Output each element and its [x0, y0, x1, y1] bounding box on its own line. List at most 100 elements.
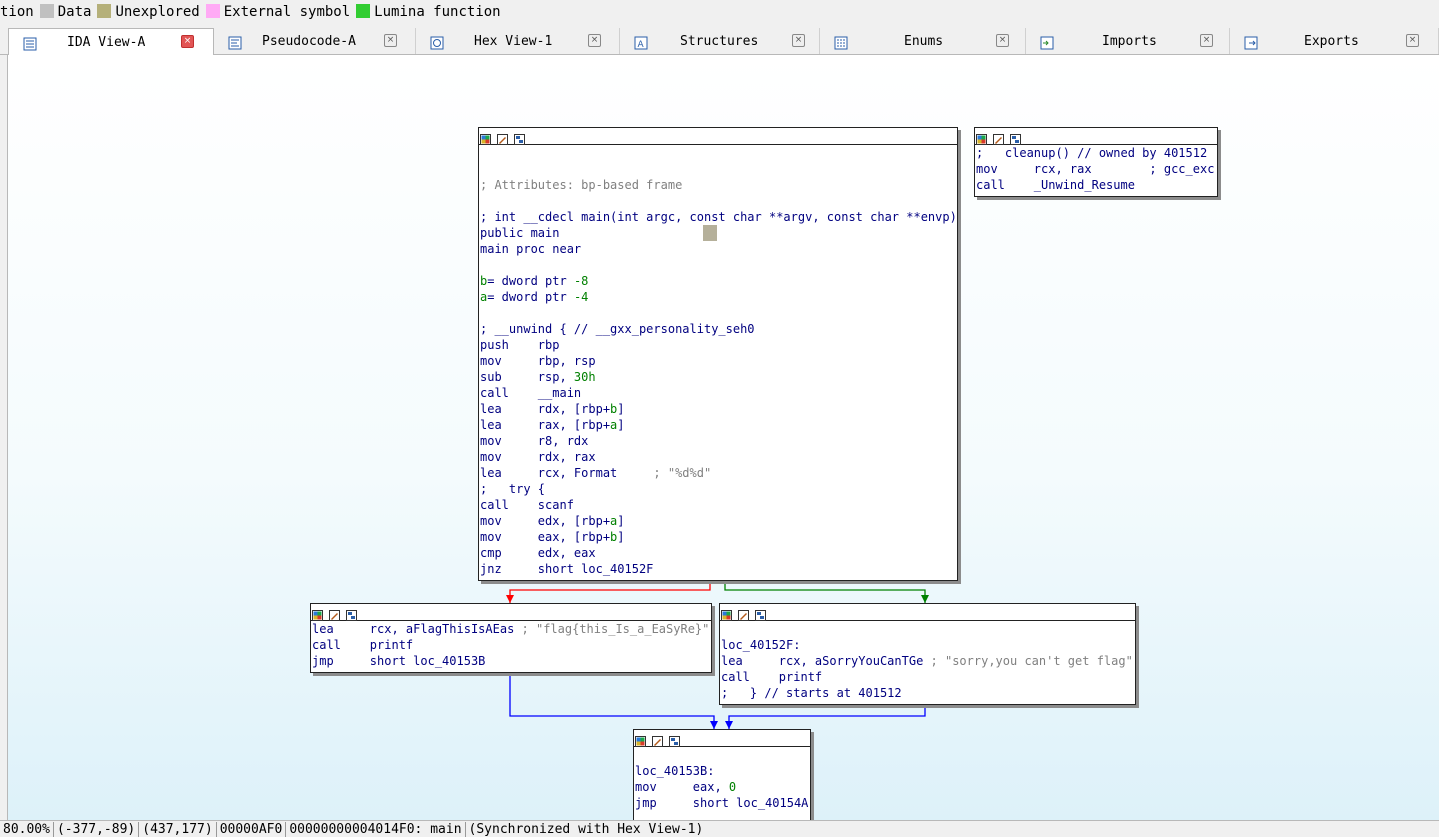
- block-cleanup[interactable]: ; cleanup() // owned by 401512 mov rcx, r…: [974, 127, 1218, 197]
- legend-label: Data: [57, 4, 92, 20]
- close-icon[interactable]: ×: [996, 34, 1009, 47]
- tab-bar: IDA View-A × Pseudocode-A × Hex View-1 ×…: [0, 28, 1439, 55]
- tab-enums[interactable]: Enums ×: [820, 28, 1026, 54]
- block-code: ; cleanup() // owned by 401512 mov rcx, r…: [975, 145, 1217, 193]
- left-gutter: [0, 55, 7, 820]
- block-header: [311, 604, 711, 621]
- tab-label: Hex View-1: [474, 34, 553, 49]
- code-line: cmp edx, eax: [480, 546, 596, 560]
- tab-exports[interactable]: Exports ×: [1230, 28, 1439, 54]
- status-offset: 00000AF0: [216, 822, 287, 837]
- code-line: loc_40153B:: [635, 764, 715, 778]
- code-line: public main: [480, 226, 560, 240]
- close-icon[interactable]: ×: [588, 34, 601, 47]
- edit-icon[interactable]: [993, 130, 1004, 145]
- code-line: mov eax, [rbp+b]: [480, 530, 625, 544]
- edge-jump-flag: [509, 671, 715, 729]
- block-code: loc_40153B:mov eax, 0 jmp short loc_40154…: [634, 747, 810, 811]
- close-icon[interactable]: ×: [792, 34, 805, 47]
- tab-imports[interactable]: Imports ×: [1026, 28, 1230, 54]
- status-location: 00000000004014F0: main: [286, 822, 466, 837]
- tab-label: Exports: [1304, 34, 1359, 49]
- code-line: jmp short loc_40154A: [635, 796, 809, 810]
- group-icon[interactable]: [1010, 130, 1021, 145]
- tab-label: Enums: [904, 34, 944, 49]
- status-bar: 80.00% (-377,-89) (437,177) 00000AF0 0000000…: [0, 820, 1439, 837]
- graph-color-icon[interactable]: [635, 732, 646, 747]
- close-icon[interactable]: ×: [1200, 34, 1213, 47]
- block-main[interactable]: ; Attributes: bp-based frame ; int __cdec…: [478, 127, 958, 581]
- code-line: b= dword ptr -8: [480, 274, 589, 288]
- code-line: call _Unwind_Resume: [976, 178, 1135, 192]
- edge-jump-sorry: [728, 703, 926, 729]
- edit-icon[interactable]: [738, 606, 749, 621]
- group-icon[interactable]: [346, 606, 357, 621]
- arrow-head: [921, 595, 929, 603]
- structures-icon: A: [634, 33, 648, 50]
- close-icon[interactable]: ×: [384, 34, 397, 47]
- graph-color-icon[interactable]: [312, 606, 323, 621]
- group-icon[interactable]: [514, 130, 525, 145]
- edge-false: [509, 579, 711, 603]
- code-line: mov rcx, rax ; gcc_exc: [976, 162, 1215, 176]
- tab-pseudocode-a[interactable]: Pseudocode-A ×: [214, 28, 416, 54]
- code-line: lea rcx, aFlagThisIsAEas ; "flag{this_Is…: [312, 622, 710, 636]
- pseudocode-icon: [228, 33, 242, 50]
- group-icon[interactable]: [755, 606, 766, 621]
- code-line: jnz short loc_40152F: [480, 562, 654, 576]
- block-loc-40152f[interactable]: loc_40152F:lea rcx, aSorryYouCanTGe ; "s…: [719, 603, 1136, 705]
- code-line: lea rcx, aSorryYouCanTGe ; "sorry,you ca…: [721, 654, 1133, 668]
- block-flag[interactable]: lea rcx, aFlagThisIsAEas ; "flag{this_Is…: [310, 603, 712, 673]
- graph-view[interactable]: ; Attributes: bp-based frame ; int __cdec…: [7, 55, 1439, 820]
- tab-hex-view-1[interactable]: Hex View-1 ×: [416, 28, 620, 54]
- graph-color-icon[interactable]: [721, 606, 732, 621]
- imports-icon: [1040, 33, 1054, 50]
- block-code: lea rcx, aFlagThisIsAEas ; "flag{this_Is…: [311, 621, 711, 669]
- code-line: ; try {: [480, 482, 546, 496]
- tab-label: Structures: [680, 34, 759, 49]
- status-mouse: (-377,-89): [53, 822, 140, 837]
- block-loc-40153b[interactable]: loc_40153B:mov eax, 0 jmp short loc_40154…: [633, 729, 811, 820]
- close-icon[interactable]: ×: [1406, 34, 1419, 47]
- code-line: ; Attributes: bp-based frame: [480, 178, 683, 192]
- edge-true: [724, 579, 926, 603]
- graph-color-icon[interactable]: [976, 130, 987, 145]
- arrow-head: [506, 595, 514, 603]
- code-line: call printf: [312, 638, 414, 652]
- tab-ida-view-a[interactable]: IDA View-A ×: [8, 28, 214, 55]
- hex-view-icon: [430, 33, 444, 50]
- tab-structures[interactable]: A Structures ×: [620, 28, 820, 54]
- tab-label: IDA View-A: [67, 35, 146, 50]
- code-line: mov eax, 0: [635, 780, 737, 794]
- block-code: ; Attributes: bp-based frame ; int __cdec…: [479, 145, 957, 577]
- legend-item: External symbol: [204, 0, 350, 24]
- graph-color-icon[interactable]: [480, 130, 491, 145]
- code-line: call scanf: [480, 498, 574, 512]
- tab-label: Pseudocode-A: [262, 34, 356, 49]
- legend-swatch: [39, 4, 54, 18]
- code-line: ; cleanup() // owned by 401512: [976, 146, 1208, 160]
- legend-label: External symbol: [223, 4, 351, 20]
- exports-icon: [1244, 33, 1258, 50]
- code-line: mov rdx, rax: [480, 450, 596, 464]
- code-line: main proc near: [480, 242, 582, 256]
- arrow-head: [710, 721, 718, 729]
- edit-icon[interactable]: [497, 130, 508, 145]
- code-line: mov edx, [rbp+a]: [480, 514, 625, 528]
- code-line: loc_40152F:: [721, 638, 801, 652]
- legend-swatch: [97, 4, 112, 18]
- code-line: push rbp: [480, 338, 560, 352]
- edit-icon[interactable]: [652, 732, 663, 747]
- block-code: loc_40152F:lea rcx, aSorryYouCanTGe ; "s…: [720, 621, 1135, 701]
- code-line: mov r8, rdx: [480, 434, 589, 448]
- code-line: mov rbp, rsp: [480, 354, 596, 368]
- group-icon[interactable]: [669, 732, 680, 747]
- edit-icon[interactable]: [329, 606, 340, 621]
- code-line: ; int __cdecl main(int argc, const char …: [480, 210, 957, 224]
- tab-label: Imports: [1102, 34, 1157, 49]
- ida-view-icon: [23, 34, 37, 51]
- legend-swatch: [356, 4, 371, 18]
- close-icon[interactable]: ×: [181, 35, 194, 48]
